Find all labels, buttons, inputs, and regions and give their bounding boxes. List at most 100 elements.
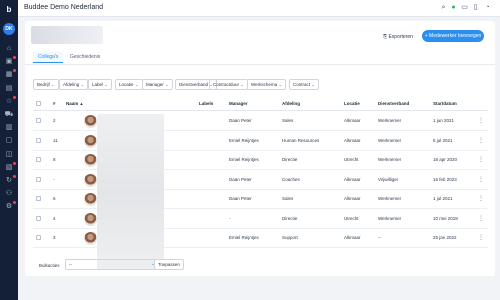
chat-icon[interactable]: ▭: [460, 3, 469, 13]
search-icon[interactable]: ⌕: [439, 3, 448, 13]
tab-colleagues[interactable]: Collega's: [33, 52, 64, 63]
cell-number: 4: [53, 215, 56, 221]
filter-bedrijf[interactable]: Bedrijf ⌄: [33, 79, 59, 90]
more-options-icon[interactable]: ⋮: [478, 137, 484, 144]
cell-locatie: Utrecht: [344, 215, 359, 221]
inbox-icon[interactable]: ▣: [4, 56, 16, 67]
row-checkbox[interactable]: [36, 176, 41, 182]
divider: [25, 64, 495, 65]
cell-afdeling: Coaches: [282, 176, 300, 182]
cell-afdeling: Support: [282, 235, 298, 240]
chevron-down-icon: ⌄: [277, 82, 283, 87]
sort-icon: ▲: [79, 101, 84, 106]
cell-startdatum: 1 jul 2021: [433, 196, 453, 201]
calendar-icon[interactable]: ▦: [4, 69, 16, 80]
filter-label[interactable]: Label ⌄: [88, 79, 113, 90]
avatar: [84, 212, 97, 226]
avatar: [84, 134, 97, 148]
app-title: Buddee Demo Nederland: [24, 4, 103, 11]
more-options-icon[interactable]: ⋮: [478, 215, 484, 222]
people-icon[interactable]: ⚇: [4, 189, 14, 199]
more-options-icon[interactable]: ⋮: [478, 195, 484, 202]
filter-locatie[interactable]: Locatie ⌄: [115, 79, 143, 90]
cell-locatie: Alkmaar: [344, 235, 361, 240]
avatar: [84, 232, 97, 245]
cell-manager: -: [229, 215, 231, 221]
row-checkbox[interactable]: [36, 118, 41, 123]
cell-manager: Daan Peter: [229, 196, 252, 201]
chevron-down-icon: ⌄: [163, 82, 169, 87]
column-locatie[interactable]: Locatie: [344, 101, 360, 106]
cell-startdatum: 25 jan 2022: [433, 235, 457, 240]
cell-manager: Emiel Reijntjes: [229, 137, 259, 143]
home-icon[interactable]: ⌂: [4, 44, 14, 54]
cell-afdeling: Sales: [282, 118, 294, 123]
cell-startdatum: 18 apr 2020: [433, 157, 458, 162]
cell-number: -: [53, 176, 55, 182]
table-header: # Naam ▲ Labels Manager Afdeling Locatie…: [33, 99, 488, 111]
car-icon[interactable]: ⛟: [4, 110, 14, 120]
cell-manager: Emiel Reijntjes: [229, 157, 259, 162]
filter-werkschema[interactable]: Werkschema ⌄: [247, 79, 287, 90]
row-checkbox[interactable]: [36, 215, 41, 221]
cell-locatie: Utrecht: [344, 157, 359, 162]
chevron-down-icon: ⌄: [239, 82, 245, 87]
notification-badge: [13, 95, 16, 99]
more-options-icon[interactable]: ⋮: [478, 117, 484, 124]
cell-dienstverband: Werknemer: [378, 196, 402, 201]
file-icon[interactable]: ▧: [4, 161, 16, 173]
star-icon[interactable]: ☆: [4, 95, 16, 107]
column-number[interactable]: #: [53, 101, 56, 106]
document-icon[interactable]: ▤: [4, 84, 14, 94]
filter-manager[interactable]: Manager ⌄: [142, 79, 173, 90]
more-options-icon[interactable]: ⋮: [478, 176, 484, 183]
user-icon[interactable]: ◔: [483, 3, 492, 13]
cell-number: 6: [53, 196, 56, 201]
cell-startdatum: 1 jun 2021: [433, 118, 455, 123]
more-options-icon[interactable]: ⋮: [478, 156, 484, 163]
cell-startdatum: 5 jul 2021: [433, 137, 453, 143]
row-checkbox[interactable]: [36, 137, 41, 143]
user-avatar[interactable]: DK: [3, 23, 15, 35]
cell-number: 11: [53, 137, 58, 143]
chart-icon[interactable]: ◫: [4, 150, 14, 160]
bulk-actions-select[interactable]: -- ⌄: [65, 259, 159, 270]
settings-icon[interactable]: ⚙: [4, 201, 16, 212]
column-manager[interactable]: Manager: [229, 101, 248, 106]
cell-number: 3: [53, 235, 56, 240]
row-checkbox[interactable]: [36, 157, 41, 162]
cell-locatie: Alkmaar: [344, 118, 361, 123]
avatar: [84, 154, 97, 167]
export-button[interactable]: ⎘ Exporteren: [379, 31, 417, 43]
cell-manager: Daan Peter: [229, 176, 252, 182]
column-name[interactable]: Naam ▲: [66, 101, 84, 106]
tab-history[interactable]: Geschiedenis: [67, 52, 103, 63]
main-panel: ⎘ Exporteren + Medewerker toevoegen Coll…: [25, 21, 495, 276]
app-logo[interactable]: b: [3, 4, 15, 16]
cell-locatie: Alkmaar: [344, 176, 361, 182]
filter-contract[interactable]: Contract ⌄: [289, 79, 320, 90]
more-options-icon[interactable]: ⋮: [478, 234, 484, 241]
chevron-down-icon: ⌄: [79, 82, 85, 87]
status-icon[interactable]: ●: [449, 3, 458, 13]
column-labels[interactable]: Labels: [199, 101, 213, 106]
row-checkbox[interactable]: [36, 196, 41, 201]
row-checkbox[interactable]: [36, 235, 41, 240]
column-startdatum[interactable]: Startdatum: [433, 101, 457, 106]
refresh-icon[interactable]: ↻: [4, 175, 16, 186]
notification-badge: [13, 56, 16, 60]
organization-banner: [31, 26, 103, 44]
wallet-icon[interactable]: ▢: [4, 136, 14, 146]
column-afdeling[interactable]: Afdeling: [282, 101, 300, 106]
filter-afdeling[interactable]: Afdeling ⌄: [59, 79, 89, 90]
apply-button[interactable]: Toepassen: [154, 259, 184, 270]
building-icon[interactable]: ▥: [4, 123, 14, 133]
cell-dienstverband: Werknemer: [378, 157, 402, 162]
notification-badge: [13, 175, 16, 178]
column-dienstverband[interactable]: Dienstverband: [378, 101, 409, 106]
cell-locatie: Alkmaar: [344, 196, 361, 201]
filter-contractduur[interactable]: Contractduur ⌄: [209, 79, 249, 90]
message-icon[interactable]: ▯: [471, 3, 480, 13]
add-employee-button[interactable]: + Medewerker toevoegen: [422, 30, 484, 42]
select-all-checkbox[interactable]: [36, 101, 41, 106]
